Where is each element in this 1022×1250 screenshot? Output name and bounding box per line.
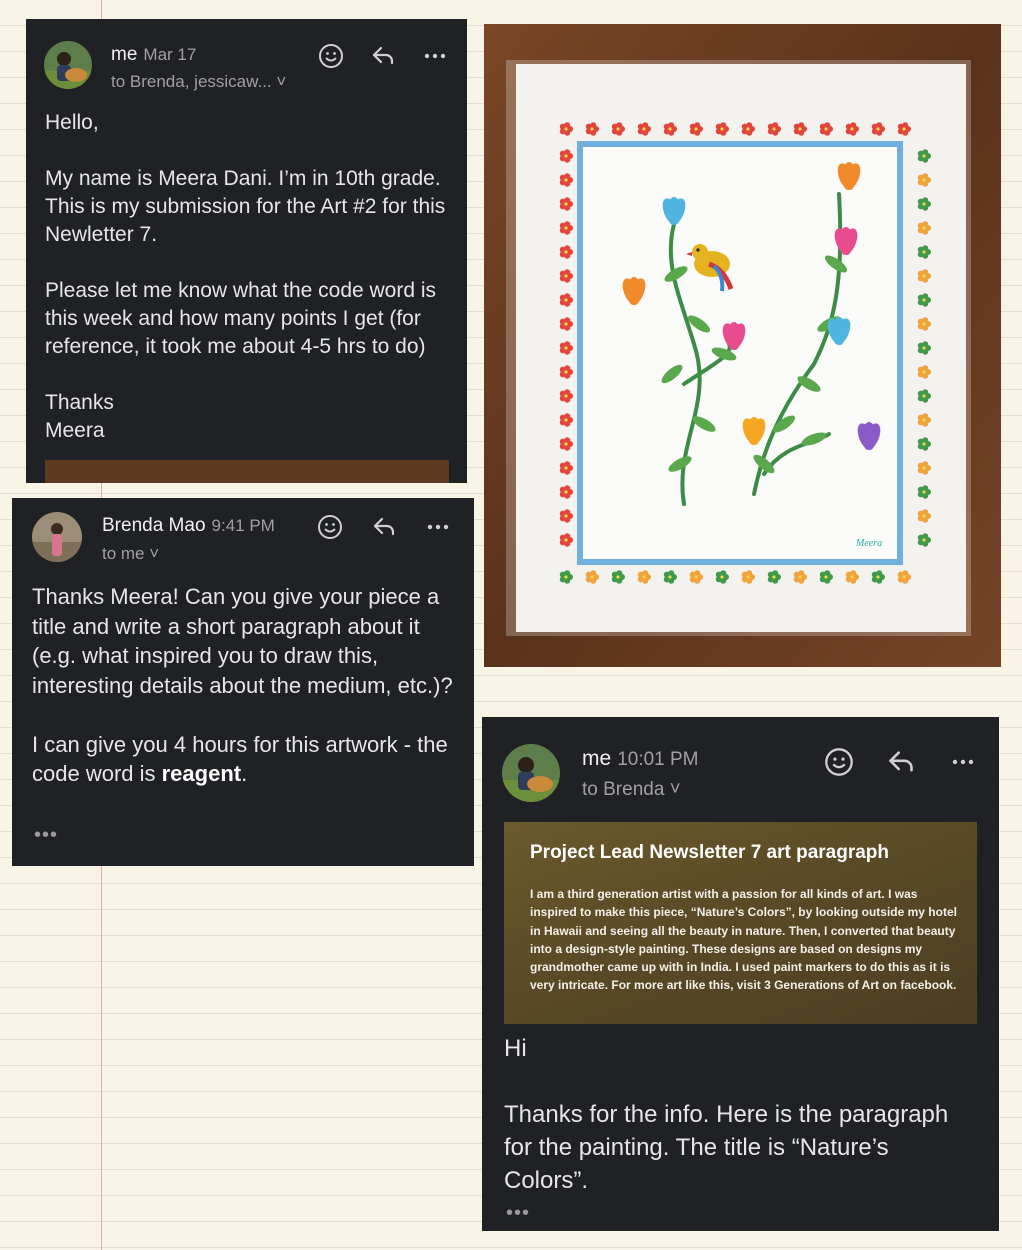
more-options-icon[interactable] <box>946 745 980 779</box>
emoji-reaction-icon[interactable] <box>316 41 346 71</box>
message-body: Hello, My name is Meera Dani. I’m in 10t… <box>45 111 446 442</box>
email-message-3: me 10:01 PM to Brenda ˅ Project Lead News… <box>482 717 999 1231</box>
message-time: 10:01 PM <box>617 749 699 770</box>
avatar[interactable] <box>32 512 82 562</box>
show-trimmed-content-button[interactable]: ••• <box>34 824 58 847</box>
emoji-reaction-icon[interactable] <box>315 512 345 542</box>
message-time: 9:41 PM <box>211 516 275 535</box>
message-time: Mar 17 <box>143 45 197 64</box>
recipients-dropdown[interactable]: to Brenda, jessicaw... ˅ <box>111 72 286 92</box>
sender-name: me 10:01 PM <box>582 747 699 770</box>
message-actions <box>315 512 453 542</box>
message-body: Thanks Meera! Can you give your piece a … <box>32 584 453 786</box>
framed-painting-photo: Meera <box>484 24 1001 667</box>
artist-signature: Meera <box>855 538 882 549</box>
more-options-icon[interactable] <box>423 512 453 542</box>
email-message-2: Brenda Mao 9:41 PM to me ˅ Thanks Meera! … <box>12 498 474 866</box>
reply-icon[interactable] <box>369 512 399 542</box>
sender-name: Brenda Mao 9:41 PM <box>102 515 275 536</box>
reply-icon[interactable] <box>368 41 398 71</box>
attachment-title: Project Lead Newsletter 7 art paragraph <box>530 842 890 863</box>
sender-name: me Mar 17 <box>111 44 197 65</box>
avatar[interactable] <box>502 744 560 802</box>
more-options-icon[interactable] <box>420 41 450 71</box>
message-actions <box>316 41 450 71</box>
recipients-dropdown[interactable]: to Brenda ˅ <box>582 779 681 801</box>
email-message-1: me Mar 17 to Brenda, jessicaw... ˅ Hello,… <box>26 19 467 483</box>
message-actions <box>822 745 980 779</box>
emoji-reaction-icon[interactable] <box>822 745 856 779</box>
attachment-paragraph: I am a third generation artist with a pa… <box>530 887 957 993</box>
code-word: reagent <box>161 761 242 786</box>
reply-icon[interactable] <box>884 745 918 779</box>
recipients-dropdown[interactable]: to me ˅ <box>102 544 159 564</box>
show-trimmed-content-button[interactable]: ••• <box>506 1202 530 1225</box>
avatar[interactable] <box>44 41 92 89</box>
attachment-image-preview[interactable]: Project Lead Newsletter 7 art paragraph … <box>504 822 977 1024</box>
attachment-preview-strip <box>45 460 449 483</box>
message-body: Hi Thanks for the info. Here is the para… <box>504 1035 949 1194</box>
painting-image: Meera <box>484 24 1001 667</box>
